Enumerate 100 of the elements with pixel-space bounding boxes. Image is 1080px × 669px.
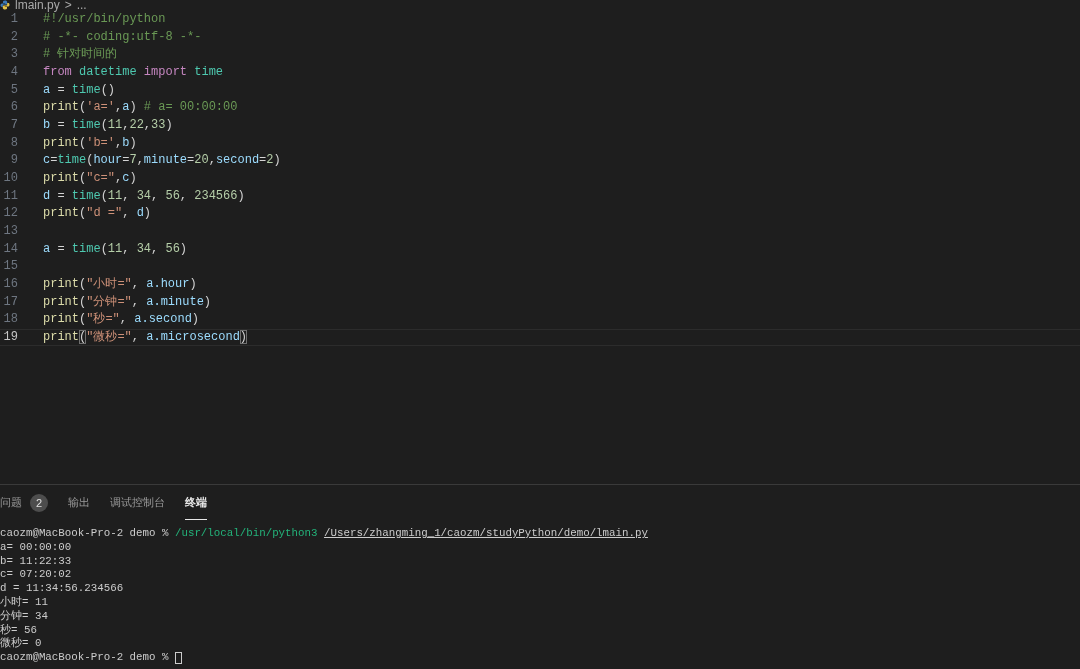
code-variable: c: [122, 170, 130, 185]
panel-tab[interactable]: 输出: [68, 485, 90, 520]
terminal-text: 分钟= 34: [0, 609, 48, 624]
terminal-text: c= 07:20:02: [0, 568, 72, 583]
code-text: =: [187, 153, 195, 168]
matched-bracket: ): [239, 329, 248, 344]
terminal-text: caozm@MacBook-Pro-2 demo %: [0, 651, 170, 665]
breadcrumb-separator: >: [64, 0, 72, 11]
breadcrumb-more[interactable]: ...: [76, 0, 87, 11]
line-number: 12: [2, 205, 18, 223]
code-text: (: [100, 188, 108, 203]
code-text: =: [122, 153, 130, 168]
code-text: ,: [131, 329, 141, 344]
breadcrumb-file[interactable]: lmain.py: [15, 0, 60, 11]
code-variable: a.second: [134, 312, 192, 327]
line-number: 14: [2, 240, 18, 258]
line-number: 4: [9, 63, 18, 81]
file-path-link[interactable]: /Users/zhangming_1/caozm/studyPython/demo/lmain.py: [324, 527, 648, 541]
code-number: 11: [107, 188, 123, 203]
code-variable: a: [122, 100, 130, 115]
code-text: ): [129, 135, 137, 150]
code-number: 22: [129, 117, 144, 132]
code-variable: a.minute: [146, 294, 204, 309]
code-string: "d =": [86, 206, 123, 221]
code-text: ): [165, 117, 173, 132]
code-text: =: [56, 241, 66, 256]
panel-tab[interactable]: 终端: [185, 485, 207, 520]
line-number: 18: [2, 311, 18, 329]
code-text: (: [79, 276, 87, 291]
code-function: print: [43, 170, 79, 185]
code-function: print: [43, 135, 79, 150]
code-text: (: [79, 206, 87, 221]
code-text: ,: [208, 153, 216, 168]
code-text: (: [100, 241, 108, 256]
code-identifier: time: [71, 117, 101, 132]
line-number: 19: [2, 329, 18, 346]
line-number: 10: [2, 169, 18, 187]
code-text: ,: [151, 241, 160, 256]
code-identifier: time: [71, 241, 101, 256]
code-text: (: [79, 135, 87, 150]
panel-tab[interactable]: 调试控制台: [110, 485, 165, 520]
terminal-text: 秒= 56: [0, 623, 37, 637]
matched-bracket: (: [79, 329, 87, 344]
code-text: (: [100, 117, 108, 132]
terminal-text: 小时= 11: [0, 596, 48, 610]
code-variable: a.microsecond: [146, 329, 240, 344]
terminal-command: /usr/local/bin/python3: [174, 527, 319, 541]
code-text: (: [86, 153, 94, 168]
python-file-icon: [0, 0, 10, 10]
code-number: 2: [266, 153, 274, 168]
code-identifier: time: [57, 153, 87, 168]
line-number: 16: [2, 275, 18, 293]
code-identifier: time: [193, 64, 224, 79]
code-string: 'b=': [86, 135, 116, 150]
code-variable: a: [43, 82, 51, 97]
code-text: ): [237, 188, 245, 203]
code-variable: c: [43, 153, 51, 168]
code-text: ): [191, 312, 200, 327]
code-number: 234566: [194, 188, 238, 203]
count-badge: 2: [30, 493, 48, 512]
code-string: "分钟=": [86, 294, 132, 309]
line-number: 6: [9, 99, 18, 117]
line-number: 13: [2, 222, 18, 240]
code-text: ,: [119, 312, 129, 327]
code-text: ): [143, 206, 152, 221]
terminal-cursor: [174, 652, 182, 665]
code-text: ,: [122, 117, 130, 132]
terminal-text: b= 11:22:33: [0, 554, 72, 569]
code-text: ): [189, 276, 197, 291]
code-text: =: [56, 117, 66, 132]
code-number: 11: [107, 117, 123, 132]
line-number: 17: [2, 293, 18, 311]
code-variable: b: [43, 117, 51, 132]
code-text: ,: [131, 276, 141, 291]
code-number: 11: [107, 241, 123, 256]
code-comment: # -*- coding:utf-8 -*-: [43, 29, 202, 44]
code-text: =: [259, 153, 267, 168]
code-text: ): [203, 294, 212, 309]
code-number: 34: [136, 188, 152, 203]
code-comment: #!/usr/bin/python: [43, 12, 166, 26]
code-text: ,: [115, 100, 123, 115]
code-text: =: [56, 188, 66, 203]
terminal-text: 微秒= 0: [0, 637, 42, 652]
code-keyword: from: [43, 64, 72, 79]
code-text: =: [56, 82, 66, 97]
code-string: 'a=': [86, 100, 116, 115]
code-function: print: [43, 312, 79, 327]
code-function: print: [43, 206, 79, 221]
code-text: ): [179, 241, 188, 256]
code-variable: b: [122, 135, 130, 150]
line-number: 11: [2, 187, 18, 205]
code-text: ,: [179, 188, 189, 203]
code-text: ,: [122, 188, 131, 203]
code-text: =: [50, 153, 58, 168]
panel-tab[interactable]: 问题: [0, 485, 22, 520]
code-number: 7: [129, 153, 137, 168]
line-number: 3: [9, 46, 18, 64]
code-string: "微秒=": [86, 329, 132, 344]
code-variable: hour: [93, 153, 123, 168]
code-identifier: time: [71, 188, 101, 203]
